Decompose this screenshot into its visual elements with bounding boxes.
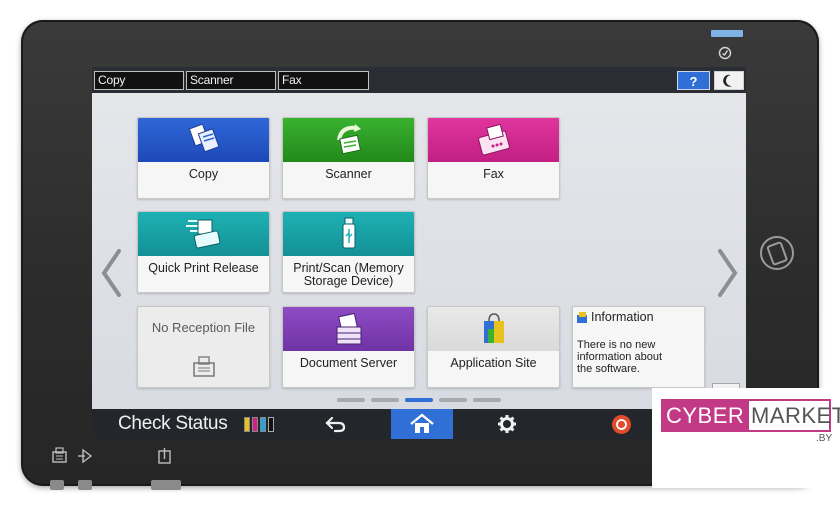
chevron-left-icon[interactable] xyxy=(99,248,125,298)
home-icon xyxy=(410,413,434,433)
information-line: There is no new xyxy=(577,339,656,351)
quick-print-release-tile[interactable]: Quick Print Release xyxy=(137,211,270,293)
toner-black xyxy=(268,417,274,432)
home-button[interactable] xyxy=(391,409,453,439)
information-line: the software. xyxy=(577,363,640,375)
no-reception-file-tile[interactable]: No Reception File xyxy=(137,306,270,388)
fax-icon xyxy=(478,123,510,156)
check-status-button[interactable]: Check Status xyxy=(118,413,228,435)
usb-drive-icon xyxy=(342,217,356,249)
page-dot[interactable] xyxy=(371,398,399,402)
quick-print-icon xyxy=(186,219,221,249)
data-in-icon xyxy=(158,448,171,464)
document-server-tile[interactable]: Document Server xyxy=(282,306,415,388)
power-indicator-icon xyxy=(718,46,732,60)
application-site-label: Application Site xyxy=(450,356,537,370)
scanner-tile[interactable]: Scanner xyxy=(282,117,415,199)
fax-tile[interactable]: Fax xyxy=(427,117,560,199)
status-indicator-bar xyxy=(711,30,743,37)
moon-icon xyxy=(723,74,732,87)
document-server-label: Document Server xyxy=(299,356,398,370)
energy-saver-button[interactable] xyxy=(714,71,744,90)
photo-stage: Copy Scanner Fax ? Copy Scanner Fax Quic… xyxy=(0,0,840,507)
fax-tile-header xyxy=(428,118,559,162)
no-reception-file-label: No Reception File xyxy=(151,320,256,335)
settings-gear-icon[interactable] xyxy=(497,414,517,434)
back-icon[interactable] xyxy=(324,414,348,434)
logo-word-market: MARKET xyxy=(751,403,840,428)
toner-cyan xyxy=(260,417,266,432)
toner-yellow xyxy=(244,417,250,432)
help-button[interactable]: ? xyxy=(677,71,710,90)
bottom-bar: Check Status xyxy=(92,409,746,439)
print-scan-memory-tile[interactable]: Print/Scan (Memory Storage Device) xyxy=(282,211,415,293)
document-server-icon xyxy=(336,312,362,345)
tab-fax[interactable]: Fax xyxy=(278,71,369,90)
scanner-label: Scanner xyxy=(325,167,372,181)
scanner-tile-header xyxy=(283,118,414,162)
cyber-market-logo: CYBER MARKET .BY xyxy=(652,388,840,488)
information-line: information about xyxy=(577,351,662,363)
shopping-bag-icon xyxy=(484,313,504,343)
stop-icon[interactable] xyxy=(611,414,632,435)
information-icon xyxy=(577,312,587,323)
information-body: There is no new information about the so… xyxy=(577,339,702,375)
tab-scanner[interactable]: Scanner xyxy=(186,71,276,90)
information-widget[interactable]: Information There is no new information … xyxy=(572,306,705,388)
page-dot[interactable] xyxy=(337,398,365,402)
tab-copy[interactable]: Copy xyxy=(94,71,184,90)
copy-tile-header xyxy=(138,118,269,162)
nfc-reader-icon xyxy=(760,236,794,270)
fax-machine-icon xyxy=(193,356,215,377)
quick-print-release-label: Quick Print Release xyxy=(148,261,259,275)
page-dot[interactable] xyxy=(473,398,501,402)
copy-label: Copy xyxy=(188,167,219,181)
top-bar: Copy Scanner Fax ? xyxy=(92,67,746,93)
print-scan-label-line2: Storage Device) xyxy=(303,274,394,288)
touch-screen: Copy Scanner Fax ? Copy Scanner Fax Quic… xyxy=(92,67,746,439)
information-title: Information xyxy=(591,310,654,324)
chevron-right-icon[interactable] xyxy=(714,248,740,298)
fax-label: Fax xyxy=(483,167,504,181)
page-dot[interactable] xyxy=(439,398,467,402)
copy-tile[interactable]: Copy xyxy=(137,117,270,199)
scanner-icon xyxy=(337,124,362,155)
device-foot xyxy=(151,480,181,490)
logo-suffix: .BY xyxy=(816,433,833,444)
quick-print-release-tile-header xyxy=(138,212,269,256)
device-foot xyxy=(78,480,92,490)
document-server-tile-header xyxy=(283,307,414,351)
fax-status-icons xyxy=(52,447,93,464)
toner-magenta xyxy=(252,417,258,432)
page-dot-active[interactable] xyxy=(405,398,433,402)
copy-icon xyxy=(188,123,220,153)
application-site-tile[interactable]: Application Site xyxy=(427,306,560,388)
application-site-tile-header xyxy=(428,307,559,351)
home-screen: Copy Scanner Fax Quick Print Release Pri… xyxy=(92,93,746,411)
device-foot xyxy=(50,480,64,490)
print-scan-memory-tile-header xyxy=(283,212,414,256)
logo-word-cyber: CYBER xyxy=(666,403,745,428)
